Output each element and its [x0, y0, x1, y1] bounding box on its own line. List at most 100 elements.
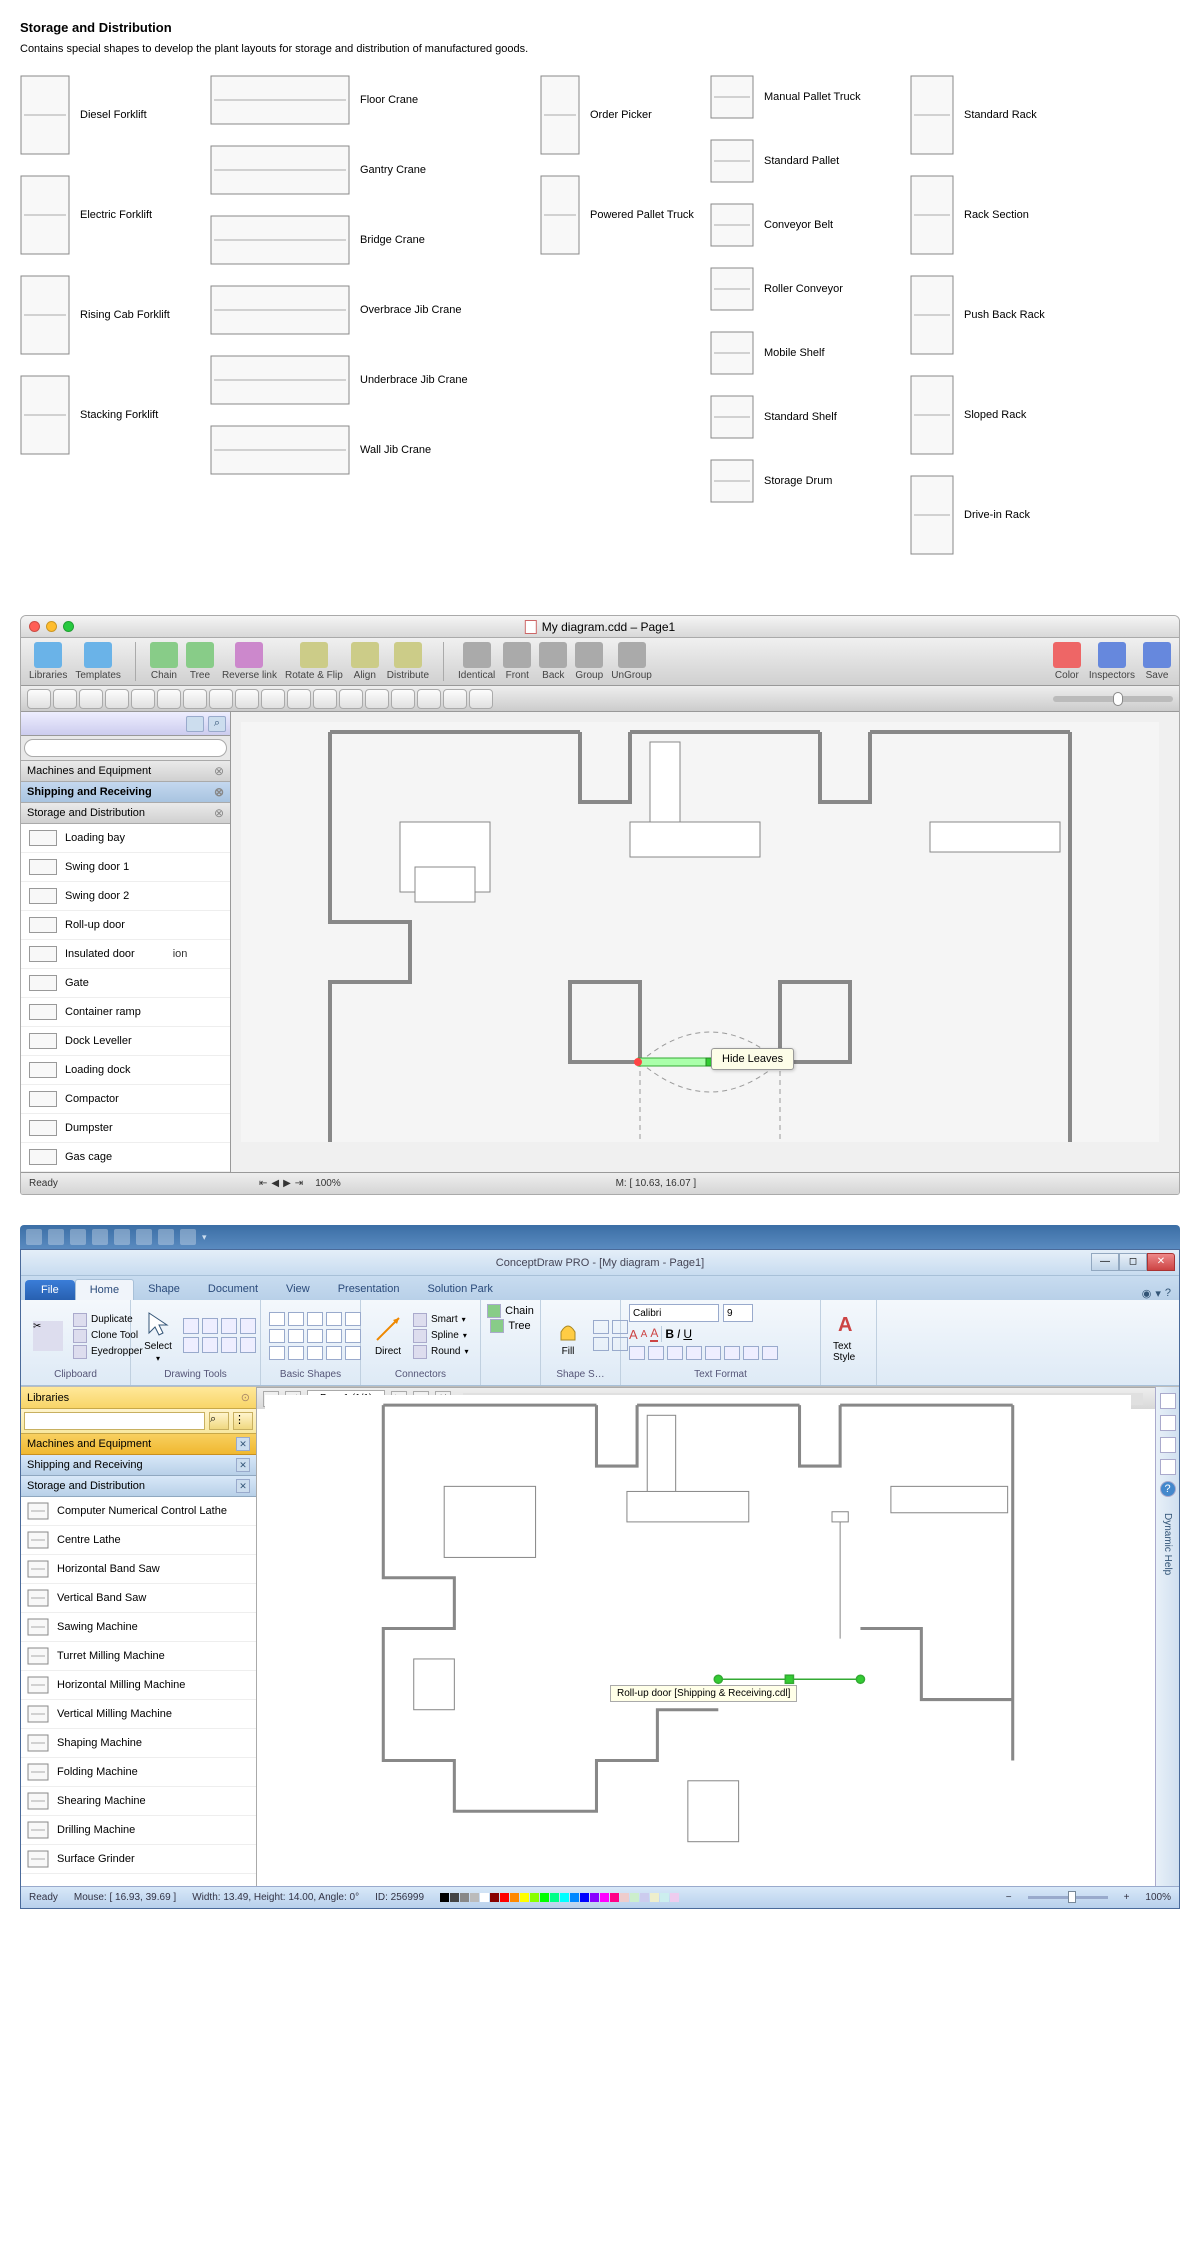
- stencil-item[interactable]: Loading dock: [21, 1056, 230, 1085]
- close-icon[interactable]: ⊗: [214, 806, 224, 820]
- search-options-button[interactable]: ⋮: [233, 1412, 253, 1430]
- toolbar-button[interactable]: [209, 689, 233, 709]
- shrink-font-icon[interactable]: A: [641, 1329, 648, 1340]
- shape-icon[interactable]: [326, 1329, 342, 1343]
- panel-icon[interactable]: [1160, 1393, 1176, 1409]
- stencil-item[interactable]: Swing door 1: [21, 853, 230, 882]
- pin-icon[interactable]: ⊙: [241, 1391, 250, 1404]
- library-section-header[interactable]: Machines and Equipment✕: [21, 1434, 256, 1455]
- search-input[interactable]: [24, 739, 227, 757]
- stencil-item[interactable]: Folding Machine: [21, 1758, 256, 1787]
- bold-icon[interactable]: B: [665, 1327, 674, 1341]
- toolbar-button[interactable]: [391, 689, 415, 709]
- group-button[interactable]: Group: [575, 642, 603, 681]
- zoom-in-icon[interactable]: +: [1124, 1892, 1130, 1903]
- color-swatch[interactable]: [660, 1893, 669, 1902]
- save-icon[interactable]: [48, 1229, 64, 1245]
- stencil-item[interactable]: Surface Grinder: [21, 1845, 256, 1874]
- text-style-button[interactable]: A Text Style: [829, 1307, 868, 1365]
- close-icon[interactable]: ✕: [236, 1437, 250, 1451]
- library-header[interactable]: Shipping and Receiving⊗: [21, 782, 230, 803]
- draw-tool-icon[interactable]: [240, 1318, 256, 1334]
- color-swatch[interactable]: [480, 1893, 489, 1902]
- win-canvas[interactable]: Roll-up door [Shipping & Receiving.cdl] …: [257, 1387, 1155, 1886]
- shape-icon[interactable]: [269, 1312, 285, 1326]
- nav-last-icon[interactable]: ⇥: [295, 1178, 303, 1189]
- help-icon[interactable]: ?: [1160, 1481, 1176, 1497]
- color-swatch[interactable]: [560, 1893, 569, 1902]
- draw-tool-icon[interactable]: [202, 1337, 218, 1353]
- stencil-item[interactable]: Roll-up door: [21, 911, 230, 940]
- shape-icon[interactable]: [307, 1346, 323, 1360]
- color-swatch[interactable]: [610, 1893, 619, 1902]
- back-button[interactable]: Back: [539, 642, 567, 681]
- shape-icon[interactable]: [307, 1329, 323, 1343]
- toolbar-button[interactable]: [313, 689, 337, 709]
- nav-prev-icon[interactable]: ◀: [271, 1178, 279, 1189]
- inspectors-button[interactable]: Inspectors: [1089, 642, 1135, 681]
- undo-icon[interactable]: [70, 1229, 86, 1245]
- stencil-item[interactable]: Dock Leveller: [21, 1027, 230, 1056]
- dynamic-help-label[interactable]: Dynamic Help: [1162, 1513, 1173, 1575]
- shape-icon[interactable]: [269, 1329, 285, 1343]
- toolbar-button[interactable]: [27, 689, 51, 709]
- color-swatch[interactable]: [520, 1893, 529, 1902]
- toolbar-button[interactable]: [79, 689, 103, 709]
- color-swatch[interactable]: [580, 1893, 589, 1902]
- save-button[interactable]: Save: [1143, 642, 1171, 681]
- close-icon[interactable]: ✕: [236, 1479, 250, 1493]
- color-swatch[interactable]: [510, 1893, 519, 1902]
- align-icon[interactable]: [648, 1346, 664, 1360]
- shape-icon[interactable]: [345, 1312, 361, 1326]
- toolbar-button[interactable]: [105, 689, 129, 709]
- color-swatch[interactable]: [530, 1893, 539, 1902]
- identical-button[interactable]: Identical: [458, 642, 495, 681]
- search-input[interactable]: [24, 1412, 205, 1430]
- style-icon[interactable]: ◉: [1142, 1287, 1152, 1300]
- shape-icon[interactable]: [288, 1312, 304, 1326]
- font-size-input[interactable]: [723, 1304, 753, 1322]
- stencil-item[interactable]: Swing door 2: [21, 882, 230, 911]
- stencil-item[interactable]: Horizontal Band Saw: [21, 1555, 256, 1584]
- shape-icon[interactable]: [345, 1329, 361, 1343]
- minimize-ribbon-icon[interactable]: ▾: [1155, 1287, 1161, 1300]
- draw-tool-icon[interactable]: [183, 1318, 199, 1334]
- draw-tool-icon[interactable]: [202, 1318, 218, 1334]
- file-button[interactable]: File: [25, 1280, 75, 1300]
- library-section-header[interactable]: Storage and Distribution✕: [21, 1476, 256, 1497]
- color-swatch[interactable]: [440, 1893, 449, 1902]
- maximize-icon[interactable]: ◻: [1119, 1253, 1147, 1271]
- chain-button[interactable]: Chain: [150, 642, 178, 681]
- search-button[interactable]: ⌕: [209, 1412, 229, 1430]
- color-swatch[interactable]: [450, 1893, 459, 1902]
- align-button[interactable]: Align: [351, 642, 379, 681]
- stencil-item[interactable]: Horizontal Milling Machine: [21, 1671, 256, 1700]
- stencil-item[interactable]: Vertical Milling Machine: [21, 1700, 256, 1729]
- toolbar-button[interactable]: [287, 689, 311, 709]
- color-swatch[interactable]: [640, 1893, 649, 1902]
- draw-tool-icon[interactable]: [221, 1318, 237, 1334]
- zoom-out-icon[interactable]: −: [1006, 1892, 1012, 1903]
- draw-tool-icon[interactable]: [240, 1337, 256, 1353]
- shape-icon[interactable]: [326, 1312, 342, 1326]
- zoom-slider[interactable]: [1028, 1896, 1108, 1899]
- color-swatch[interactable]: [550, 1893, 559, 1902]
- color-swatch[interactable]: [620, 1893, 629, 1902]
- libraries-button[interactable]: Libraries: [29, 642, 67, 681]
- shape-icon[interactable]: [307, 1312, 323, 1326]
- stencil-item[interactable]: Container ramp: [21, 998, 230, 1027]
- app-icon[interactable]: [26, 1229, 42, 1245]
- align-icon[interactable]: [724, 1346, 740, 1360]
- mac-titlebar[interactable]: My diagram.cdd – Page1: [21, 616, 1179, 638]
- qat-icon[interactable]: [180, 1229, 196, 1245]
- panel-icon[interactable]: [1160, 1459, 1176, 1475]
- close-icon[interactable]: ⊗: [214, 785, 224, 799]
- toolbar-button[interactable]: [417, 689, 441, 709]
- stencil-item[interactable]: Loading bay: [21, 824, 230, 853]
- stencil-item[interactable]: Computer Numerical Control Lathe: [21, 1497, 256, 1526]
- align-icon[interactable]: [629, 1346, 645, 1360]
- stencil-item[interactable]: Compactor: [21, 1085, 230, 1114]
- tab-shape[interactable]: Shape: [134, 1279, 194, 1300]
- stencil-item[interactable]: Centre Lathe: [21, 1526, 256, 1555]
- nav-first-icon[interactable]: ⇤: [259, 1178, 267, 1189]
